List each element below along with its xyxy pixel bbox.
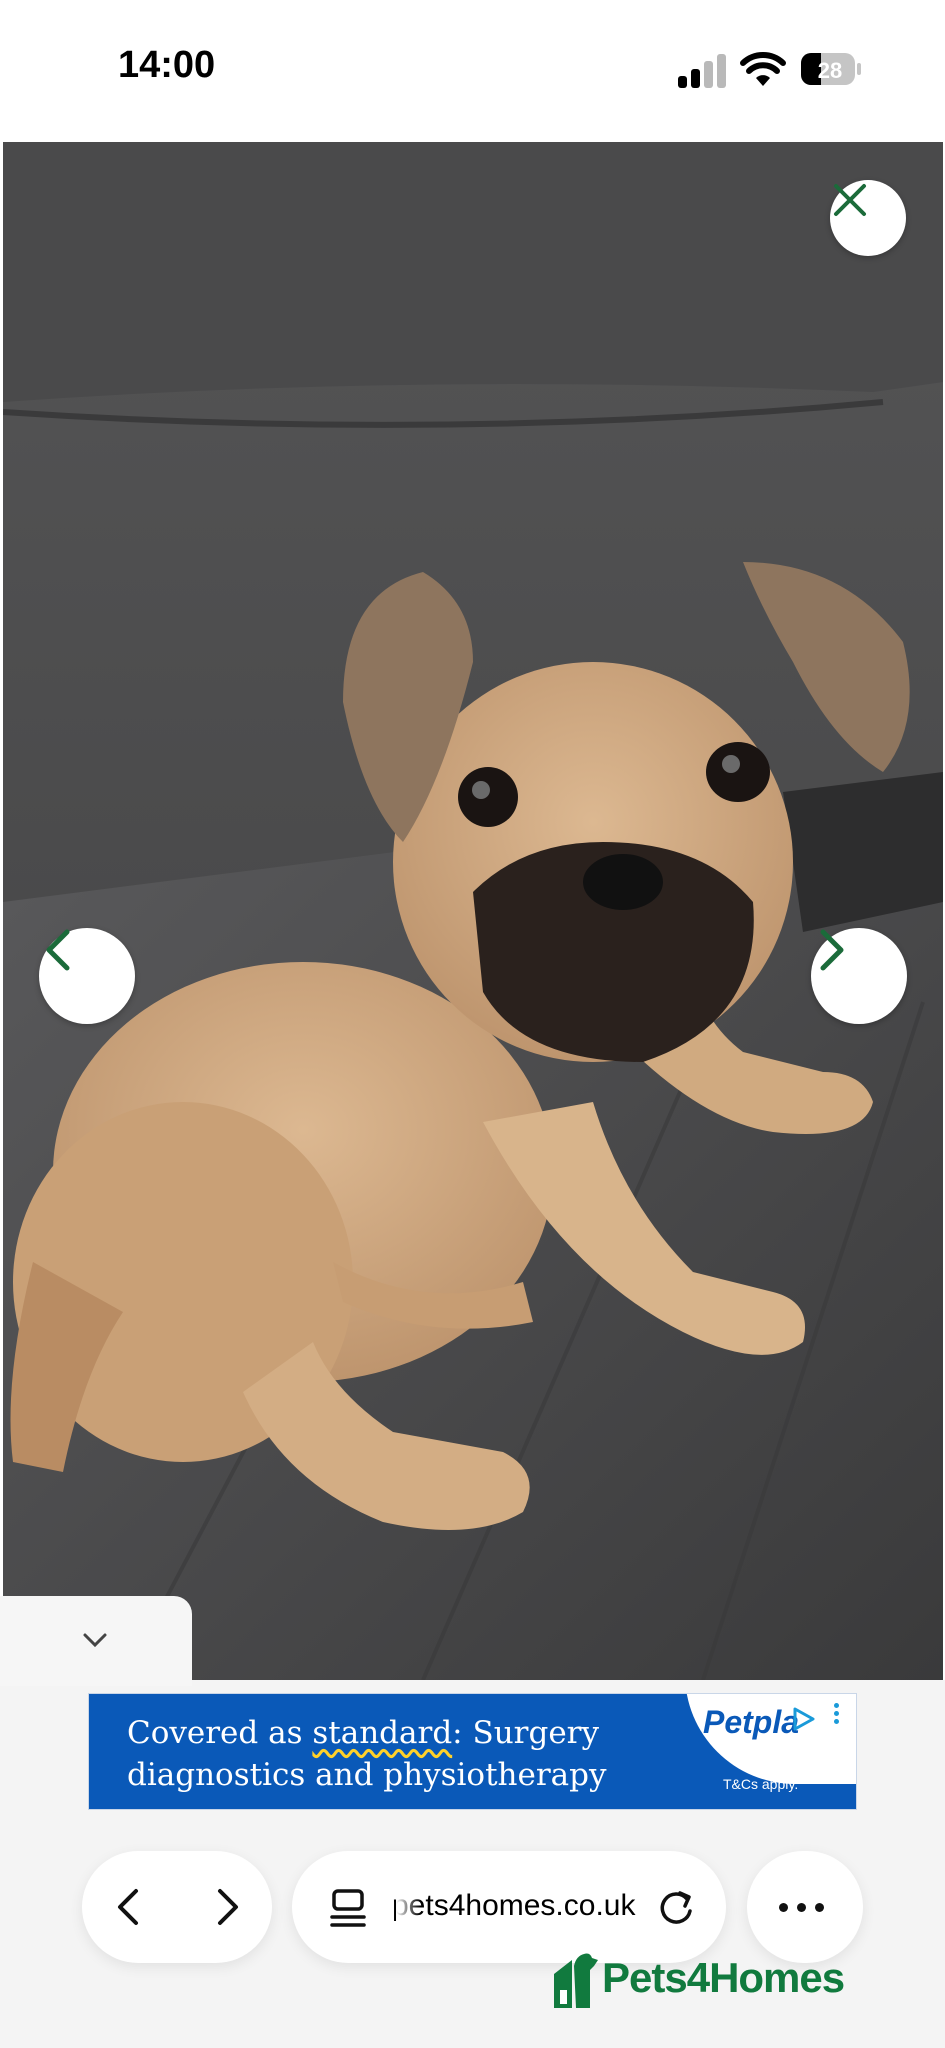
close-icon (834, 184, 866, 216)
chevron-left-icon (46, 929, 70, 971)
ad-text-highlight: standard (312, 1715, 453, 1751)
more-button[interactable] (747, 1851, 863, 1963)
more-icon (779, 1903, 824, 1912)
url-fade (396, 1881, 420, 1931)
chevron-right-icon (820, 929, 844, 971)
wifi-icon (740, 52, 786, 86)
battery-icon: 28 (801, 53, 861, 85)
puppy-photo[interactable] (3, 142, 943, 1680)
site-logo[interactable]: Pets4Homes (550, 1950, 890, 2010)
forward-icon[interactable] (210, 1887, 244, 1927)
close-button[interactable] (830, 180, 906, 256)
ad-menu-icon[interactable] (834, 1700, 840, 1727)
back-icon[interactable] (112, 1887, 146, 1927)
ad-banner[interactable]: Covered as standard: Surgery diagnostics… (88, 1693, 857, 1810)
status-bar: 14:00 28 (0, 0, 945, 140)
ad-choices-icon[interactable] (791, 1706, 817, 1732)
ad-brand-logo: Petplan (703, 1704, 799, 1740)
next-photo-button[interactable] (811, 928, 907, 1024)
pets4homes-logo-icon (554, 1953, 598, 2008)
ad-text-start: Covered as (127, 1715, 313, 1751)
status-time: 14:00 (118, 44, 216, 86)
url-text: pets4homes.co.uk (392, 1889, 636, 1922)
tabs-icon[interactable] (328, 1887, 368, 1929)
battery-level: 28 (818, 58, 842, 83)
address-bar[interactable]: pets4homes.co.uk (292, 1851, 726, 1963)
previous-photo-button[interactable] (39, 928, 135, 1024)
cellular-signal-icon (678, 52, 728, 88)
collapse-tab[interactable] (0, 1596, 192, 1686)
chevron-down-icon (83, 1633, 107, 1648)
reload-icon[interactable] (656, 1887, 696, 1929)
browser-nav-buttons (82, 1851, 272, 1963)
ad-terms: T&Cs apply. (723, 1776, 799, 1792)
site-logo-text: Pets4Homes (602, 1954, 845, 2001)
ad-text: Covered as standard: Surgery diagnostics… (127, 1712, 687, 1796)
